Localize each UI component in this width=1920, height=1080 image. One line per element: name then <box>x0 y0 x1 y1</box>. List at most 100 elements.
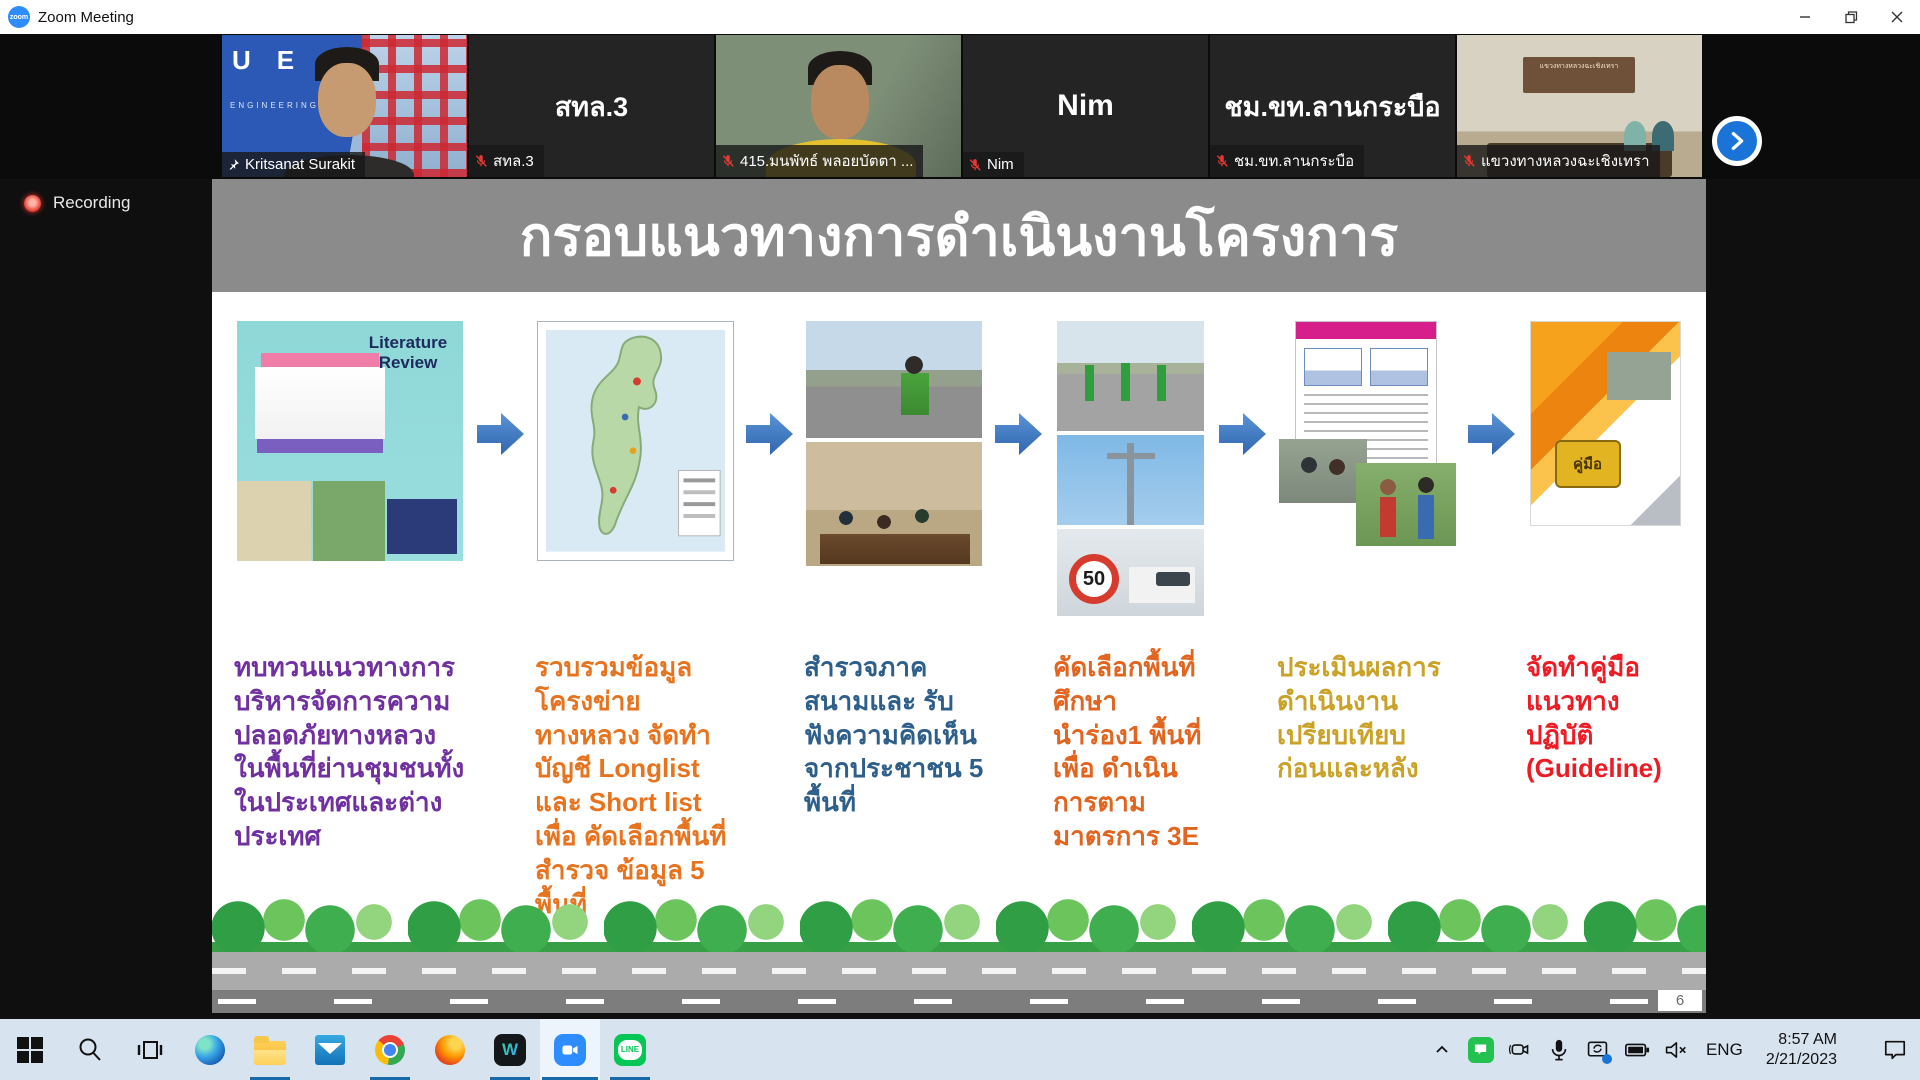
next-participants-button[interactable] <box>1712 116 1762 166</box>
step-5: ประเมินผลการ ดำเนินงาน เปรียบเทียบ ก่อนแ… <box>1277 321 1457 921</box>
start-button[interactable] <box>0 1019 60 1080</box>
window-title: Zoom Meeting <box>38 9 134 26</box>
trees-illustration <box>212 870 1706 952</box>
participant-name: สทล.3 <box>493 149 534 173</box>
system-tray: ENG 8:57 AM 2/21/2023 <box>1427 1030 1920 1070</box>
step-4: 50 คัดเลือกพื้นที่ศึกษา นำร่อง1 พื้นที่ … <box>1053 321 1208 921</box>
zoom-taskbar-button[interactable] <box>540 1019 600 1080</box>
recording-indicator[interactable]: Recording <box>24 193 131 213</box>
webex-icon: W <box>494 1034 526 1066</box>
close-button[interactable] <box>1874 0 1920 34</box>
step-4-caption: คัดเลือกพื้นที่ศึกษา นำร่อง1 พื้นที่ เพื… <box>1053 651 1208 854</box>
video-camera-icon <box>561 1041 579 1059</box>
tray-volume-muted[interactable] <box>1661 1033 1691 1067</box>
step-6: คู่มือ จัดทำคู่มือแนวทาง ปฏิบัติ (Guidel… <box>1526 321 1684 921</box>
room-sign: แขวงทางหลวงฉะเชิงเทรา <box>1523 57 1635 93</box>
arrow-icon <box>995 410 1043 921</box>
restore-icon <box>1845 11 1858 24</box>
road-illustration <box>212 952 1706 990</box>
microphone-icon <box>1548 1038 1570 1062</box>
windows-taskbar: W LINE <box>0 1019 1920 1080</box>
minimize-button[interactable] <box>1782 0 1828 34</box>
mail-button[interactable] <box>300 1019 360 1080</box>
line-button[interactable]: LINE <box>600 1019 660 1080</box>
person-face-graphic <box>811 65 869 139</box>
battery-icon <box>1624 1040 1650 1060</box>
arrow-icon <box>477 410 525 921</box>
tray-battery[interactable] <box>1622 1033 1652 1067</box>
language-indicator[interactable]: ENG <box>1700 1040 1749 1060</box>
chevron-up-icon <box>1434 1042 1450 1058</box>
mail-icon <box>315 1035 345 1065</box>
volume-muted-icon <box>1663 1039 1688 1061</box>
step-2-image-area <box>535 321 735 651</box>
participant-tile-sorthor3[interactable]: สทล.3 สทล.3 <box>469 35 714 177</box>
video-backdrop-letters: UE <box>232 45 320 76</box>
search-button[interactable] <box>60 1019 120 1080</box>
step-1: Literature Review ทบทวนแนวทางการบริหารจั… <box>234 321 466 921</box>
edge-button[interactable] <box>180 1019 240 1080</box>
pilot-area-photos: 50 <box>1057 321 1204 616</box>
participant-tile-kritsanat[interactable]: UE ENGINEERING Kritsanat Surakit <box>222 35 467 177</box>
participant-name: Kritsanat Surakit <box>245 156 355 173</box>
step-5-image-area <box>1277 321 1457 651</box>
thailand-map-image <box>537 321 734 561</box>
field-survey-photos <box>806 321 982 566</box>
participant-name-bar: Nim <box>963 152 1024 177</box>
zoom-app-icon: zoom <box>8 6 30 28</box>
tray-chat-app[interactable] <box>1466 1033 1496 1067</box>
firefox-button[interactable] <box>420 1019 480 1080</box>
muted-mic-icon <box>1462 154 1476 168</box>
tray-time: 8:57 AM <box>1766 1030 1837 1050</box>
road-pole-photo <box>1057 435 1204 525</box>
step-2: รวบรวมข้อมูล โครงข่ายทางหลวง จัดทำบัญชี … <box>535 321 735 921</box>
notification-center-button[interactable] <box>1880 1033 1910 1067</box>
minimize-icon <box>1799 11 1811 23</box>
chat-bubble-icon <box>1468 1037 1494 1063</box>
webex-button[interactable]: W <box>480 1019 540 1080</box>
tray-camera[interactable] <box>1505 1033 1535 1067</box>
literature-review-label: Literature Review <box>363 333 453 374</box>
firefox-icon <box>435 1035 465 1065</box>
process-steps-row: Literature Review ทบทวนแนวทางการบริหารจั… <box>234 321 1684 921</box>
task-view-button[interactable] <box>120 1019 180 1080</box>
document-header-bar <box>1296 322 1436 339</box>
participant-tile-chachoengsao[interactable]: แขวงทางหลวงฉะเชิงเทรา แขวงทางหลวงฉะเชิงเ… <box>1457 35 1702 177</box>
arrow-icon <box>1219 410 1267 921</box>
step-3-caption: สำรวจภาคสนามและ รับฟังความคิดเห็น จากประ… <box>804 651 984 820</box>
restore-button[interactable] <box>1828 0 1874 34</box>
arrow-icon <box>746 410 794 921</box>
participant-tile-lankrabue[interactable]: ชม.ขท.ลานกระบือ ชม.ขท.ลานกระบือ <box>1210 35 1455 177</box>
file-explorer-icon <box>254 1041 286 1065</box>
tray-cast[interactable] <box>1583 1033 1613 1067</box>
person-face-graphic <box>318 63 376 137</box>
recording-dot-icon <box>24 195 41 212</box>
file-explorer-button[interactable] <box>240 1019 300 1080</box>
slide-title: กรอบแนวทางการดำเนินงานโครงการ <box>520 193 1399 279</box>
taskbar-apps: W LINE <box>0 1019 660 1080</box>
participant-tile-nim[interactable]: Nim Nim <box>963 35 1208 177</box>
participant-tile-415[interactable]: 415.มนพัทธ์ พลอยบัตตา ... <box>716 35 961 177</box>
thailand-map-graphic <box>538 322 733 560</box>
task-view-icon <box>136 1036 164 1064</box>
tray-chevron-up[interactable] <box>1427 1033 1457 1067</box>
slide-bottom-strip <box>212 990 1706 1013</box>
participant-name-bar: 415.มนพัทธ์ พลอยบัตตา ... <box>716 145 923 177</box>
step-4-image-area: 50 <box>1053 321 1208 651</box>
chart-graphic <box>1370 348 1428 386</box>
cast-status-dot <box>1602 1054 1612 1064</box>
clock[interactable]: 8:57 AM 2/21/2023 <box>1758 1030 1845 1070</box>
step-6-image-area: คู่มือ <box>1526 321 1684 651</box>
step-1-image-area: Literature Review <box>234 321 466 651</box>
muted-mic-icon <box>721 154 735 168</box>
literature-review-image: Literature Review <box>237 321 463 561</box>
tray-date: 2/21/2023 <box>1766 1050 1837 1070</box>
edge-icon <box>195 1035 225 1065</box>
step-3-image-area <box>804 321 984 651</box>
muted-mic-icon <box>968 158 982 172</box>
step-1-caption: ทบทวนแนวทางการบริหารจัดการความปลอดภัยทาง… <box>234 651 466 854</box>
arrow-icon <box>1468 410 1516 921</box>
participant-name-bar: สทล.3 <box>469 145 544 177</box>
tray-microphone[interactable] <box>1544 1033 1574 1067</box>
chrome-button[interactable] <box>360 1019 420 1080</box>
